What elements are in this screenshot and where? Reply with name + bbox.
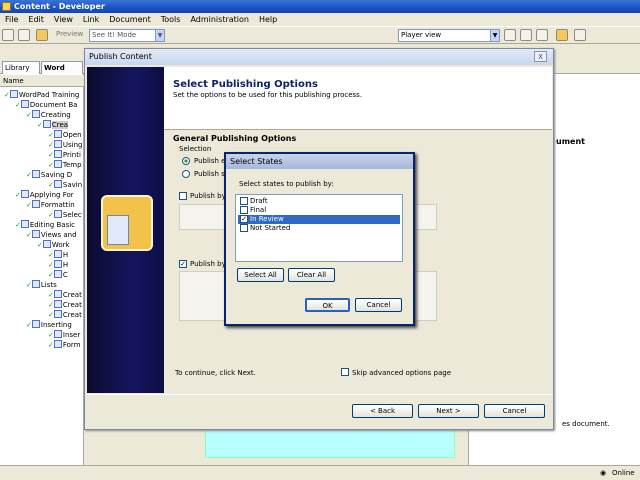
list-item[interactable]: Final — [238, 206, 400, 215]
preview-area — [205, 428, 455, 458]
mode-select[interactable]: See It! Mode ▼ — [89, 29, 165, 42]
menu-tools[interactable]: Tools — [156, 13, 186, 27]
layout-icon[interactable] — [504, 29, 516, 41]
refresh-icon[interactable] — [574, 29, 586, 41]
tree-item[interactable]: ✓ Open — [4, 130, 82, 140]
window-title: Content - Developer — [14, 2, 105, 11]
state-checkbox[interactable]: ✓ — [240, 215, 248, 223]
selection-label: Selection — [179, 145, 212, 153]
save-icon[interactable] — [18, 29, 30, 41]
footer-hint: To continue, click Next. — [175, 369, 256, 377]
properties-note: es document. — [562, 420, 610, 428]
menu-file[interactable]: File — [0, 13, 23, 27]
menu-bar: File Edit View Link Document Tools Administrat… — [0, 13, 640, 27]
page-subtitle: Set the options to be used for this publ… — [173, 91, 363, 99]
layout3-icon[interactable] — [536, 29, 548, 41]
tree-item[interactable]: ✓ Form — [4, 340, 82, 350]
page-title: Select Publishing Options — [173, 79, 318, 90]
tree-item[interactable]: ✓ Document Ba — [4, 100, 82, 110]
properties-heading: ument — [556, 137, 585, 146]
layout2-icon[interactable] — [520, 29, 532, 41]
menu-document[interactable]: Document — [104, 13, 155, 27]
tree-item[interactable]: ✓ Inser — [4, 330, 82, 340]
tree-item[interactable]: ✓ H — [4, 250, 82, 260]
name-column-header[interactable]: Name — [0, 75, 84, 87]
states-list: Draft Final ✓ In Review Not Started — [235, 194, 403, 262]
state-checkbox[interactable] — [240, 197, 248, 205]
state-checkbox[interactable] — [240, 224, 248, 232]
menu-administration[interactable]: Administration — [185, 13, 254, 27]
tree-item[interactable]: ✓ Savin — [4, 180, 82, 190]
tree-item[interactable]: ✓ C — [4, 270, 82, 280]
select-all-button[interactable]: Select All — [237, 268, 284, 282]
tree-item[interactable]: ✓ Crea — [4, 120, 82, 130]
tab-library[interactable]: Library — [2, 61, 40, 74]
menu-edit[interactable]: Edit — [23, 13, 49, 27]
tree-item[interactable]: ✓ Saving D — [4, 170, 82, 180]
window-title-bar: Content - Developer — [0, 0, 640, 13]
checkbox-publish-by-s[interactable]: ✓ — [179, 260, 187, 268]
tree-item[interactable]: ✓ Using — [4, 140, 82, 150]
states-prompt: Select states to publish by: — [239, 180, 334, 188]
checkbox-publish-by-n[interactable] — [179, 192, 187, 200]
tree-item[interactable]: ✓ Applying For — [4, 190, 82, 200]
list-item[interactable]: ✓ In Review — [238, 215, 400, 224]
cancel-button[interactable]: Cancel — [484, 404, 545, 418]
wizard-banner — [87, 67, 164, 393]
checkbox-skip-advanced[interactable] — [341, 368, 349, 376]
menu-link[interactable]: Link — [78, 13, 104, 27]
radio-publish-selection[interactable] — [182, 170, 190, 178]
document-icon — [107, 215, 129, 245]
list-item[interactable]: Draft — [238, 197, 400, 206]
tree-item[interactable]: ✓ Printi — [4, 150, 82, 160]
tab-word[interactable]: Word — [41, 61, 83, 74]
folder2-icon[interactable] — [556, 29, 568, 41]
radio-publish-entire[interactable] — [182, 157, 190, 165]
tree-item[interactable]: ✓ Creating — [4, 110, 82, 120]
tree-item[interactable]: ✓ Creat — [4, 290, 82, 300]
tree-item[interactable]: ✓ Creat — [4, 300, 82, 310]
status-bar: ◉ Online — [0, 465, 640, 480]
tree-item[interactable]: ✓ Views and — [4, 230, 82, 240]
tree-item[interactable]: ✓ WordPad Training — [4, 90, 82, 100]
tree-view: ✓ WordPad Training ✓ Document Ba ✓ Creating… — [4, 90, 82, 350]
globe-icon: ◉ — [600, 469, 607, 477]
state-checkbox[interactable] — [240, 206, 248, 214]
divider — [87, 394, 553, 395]
select-states-title: Select States — [226, 154, 413, 169]
skip-advanced-label: Skip advanced options page — [352, 369, 452, 377]
tree-item[interactable]: ✓ Selec — [4, 210, 82, 220]
menu-view[interactable]: View — [49, 13, 78, 27]
ok-button[interactable]: OK — [305, 298, 350, 312]
section-title: General Publishing Options — [173, 134, 297, 143]
pane-tabs: Library Word — [0, 60, 84, 74]
back-button[interactable]: < Back — [352, 404, 413, 418]
app-icon — [2, 2, 11, 11]
close-icon[interactable]: X — [534, 51, 547, 62]
folder-icon[interactable] — [2, 29, 14, 41]
menu-help[interactable]: Help — [254, 13, 282, 27]
preview-button[interactable]: Preview — [56, 30, 83, 38]
select-states-dialog: Select States Select states to publish b… — [224, 152, 415, 326]
status-online: Online — [612, 469, 635, 477]
tree-item[interactable]: ✓ Inserting — [4, 320, 82, 330]
tree-item[interactable]: ✓ Temp — [4, 160, 82, 170]
tree-item[interactable]: ✓ Formattin — [4, 200, 82, 210]
tree-item[interactable]: ✓ H — [4, 260, 82, 270]
player-view-select[interactable]: Player view ▼ — [398, 29, 500, 42]
states-cancel-button[interactable]: Cancel — [355, 298, 402, 312]
list-item[interactable]: Not Started — [238, 224, 400, 233]
publish-icon[interactable] — [36, 29, 48, 41]
clear-all-button[interactable]: Clear All — [288, 268, 335, 282]
tree-item[interactable]: ✓ Creat — [4, 310, 82, 320]
tree-item[interactable]: ✓ Editing Basic — [4, 220, 82, 230]
next-button[interactable]: Next > — [418, 404, 479, 418]
tree-item[interactable]: ✓ Lists — [4, 280, 82, 290]
toolbar: Preview See It! Mode ▼ Player view ▼ — [0, 27, 640, 44]
publish-dialog-title: Publish Content — [85, 49, 553, 65]
tree-item[interactable]: ✓ Work — [4, 240, 82, 250]
